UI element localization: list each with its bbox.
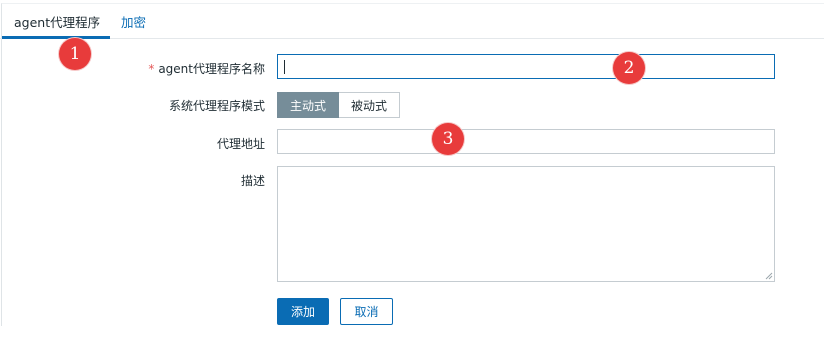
proxy-address-label: 代理地址 (216, 137, 265, 151)
active-tab-indicator (2, 36, 110, 39)
tab-encryption[interactable]: 加密 (121, 12, 146, 31)
text-cursor (284, 60, 285, 74)
annotation-badge-2: 2 (613, 52, 645, 84)
agent-name-label-text: agent代理程序名称 (158, 62, 265, 76)
annotation-badge-1: 1 (59, 38, 91, 70)
agent-name-label: * agent代理程序名称 (148, 60, 265, 77)
resize-handle-icon[interactable] (765, 272, 773, 280)
tab-bar: agent代理程序 加密 (0, 6, 824, 39)
mode-active-button[interactable]: 主动式 (277, 92, 340, 118)
add-button[interactable]: 添加 (277, 298, 329, 325)
agent-name-input[interactable] (277, 54, 775, 79)
required-marker: * (148, 62, 155, 76)
description-textarea[interactable] (277, 166, 775, 282)
annotation-badge-3: 3 (432, 123, 464, 155)
proxy-address-input[interactable] (277, 129, 775, 154)
tab-agent[interactable]: agent代理程序 (14, 12, 100, 31)
cancel-button[interactable]: 取消 (340, 298, 393, 325)
mode-passive-button[interactable]: 被动式 (339, 92, 401, 118)
description-label: 描述 (240, 174, 265, 188)
proxy-mode-toggle: 主动式 被动式 (277, 92, 401, 118)
proxy-mode-label: 系统代理程序模式 (168, 99, 265, 113)
